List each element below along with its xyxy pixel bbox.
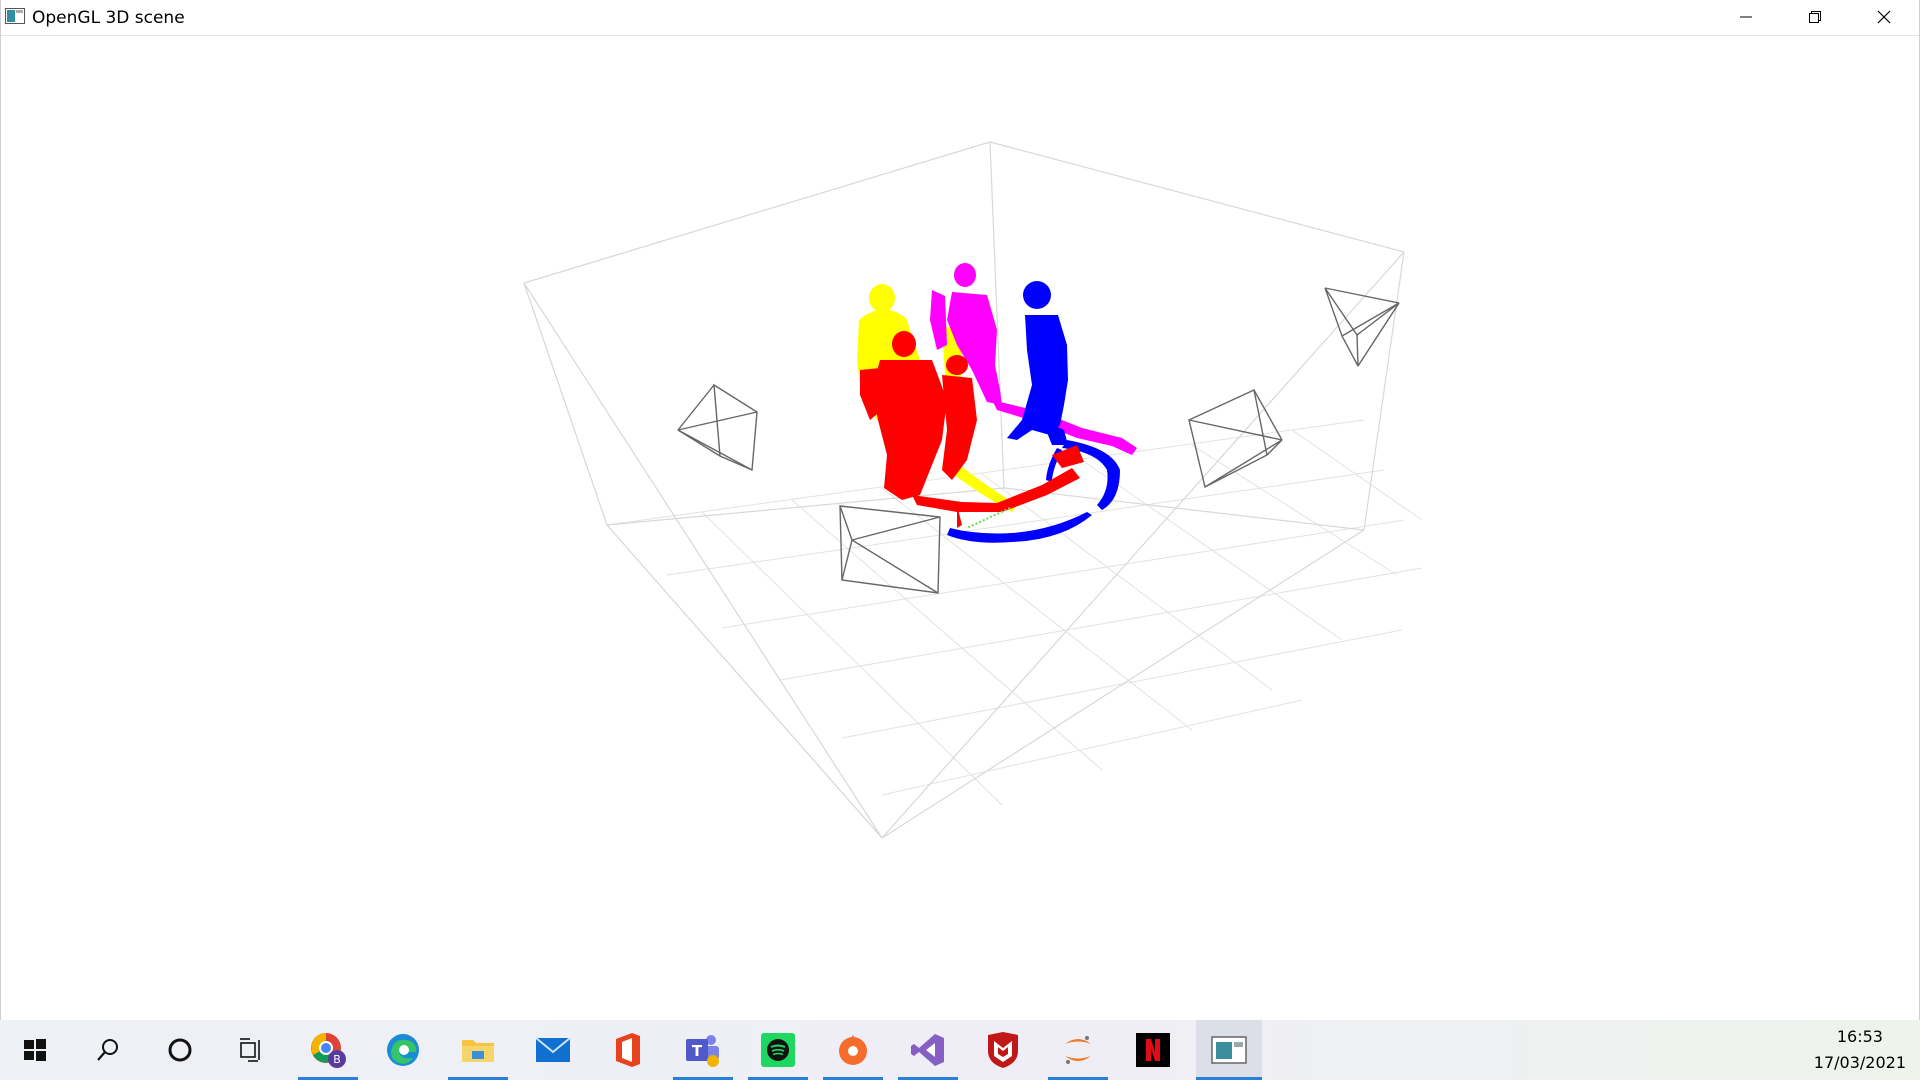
mail-icon (535, 1037, 571, 1062)
taskbar-jupyter[interactable] (1048, 1020, 1108, 1080)
windows-icon (24, 1039, 46, 1061)
mcafee-icon (988, 1032, 1018, 1068)
taskbar-origin[interactable] (823, 1020, 883, 1080)
task-view-icon (240, 1038, 260, 1062)
teams-icon: T (686, 1035, 719, 1067)
origin-icon (839, 1035, 867, 1065)
window-title: OpenGL 3D scene (32, 8, 185, 28)
folder-icon (462, 1040, 494, 1062)
visual-studio-icon (911, 1034, 944, 1066)
taskbar-mail[interactable] (523, 1020, 583, 1080)
chrome-icon: B (311, 1033, 346, 1068)
close-button[interactable] (1849, 0, 1918, 34)
svg-text:T: T (692, 1042, 703, 1060)
3d-scene (523, 141, 1423, 839)
taskbar-office[interactable] (598, 1020, 658, 1080)
app-window-icon (5, 8, 25, 24)
clock-date: 17/03/2021 (1813, 1053, 1906, 1072)
task-view-button[interactable] (222, 1020, 282, 1080)
taskbar: B T 16:53 17/03/2021 (0, 1020, 1920, 1080)
taskbar-teams[interactable]: T (673, 1020, 733, 1080)
taskbar-opengl-window[interactable] (1196, 1020, 1262, 1080)
camera-2 (839, 505, 941, 594)
minimize-button[interactable] (1711, 0, 1780, 34)
system-clock[interactable]: 16:53 17/03/2021 (1814, 1024, 1906, 1076)
restore-icon (1808, 11, 1821, 23)
search-icon (97, 1039, 118, 1061)
edge-icon (387, 1034, 419, 1066)
minimize-icon (1739, 16, 1752, 18)
taskbar-edge[interactable] (373, 1020, 433, 1080)
search-button[interactable] (78, 1020, 138, 1080)
taskbar-visual-studio[interactable] (898, 1020, 958, 1080)
opengl-window-icon (1211, 1036, 1247, 1064)
close-icon (1877, 10, 1890, 24)
cortana-button[interactable] (150, 1020, 210, 1080)
svg-text:B: B (333, 1053, 341, 1066)
spotify-icon (761, 1033, 795, 1067)
clock-time: 16:53 (1836, 1027, 1883, 1046)
opengl-window: OpenGL 3D scene (0, 0, 1920, 1020)
netflix-icon (1136, 1033, 1170, 1067)
cortana-icon (168, 1038, 192, 1062)
taskbar-file-explorer[interactable] (448, 1020, 508, 1080)
3d-viewport[interactable] (2, 36, 1919, 1020)
taskbar-chrome[interactable]: B (298, 1020, 358, 1080)
taskbar-netflix[interactable] (1123, 1020, 1183, 1080)
taskbar-mcafee[interactable] (973, 1020, 1033, 1080)
jupyter-icon (1065, 1036, 1091, 1064)
camera-1 (677, 383, 758, 472)
title-bar[interactable]: OpenGL 3D scene (1, 0, 1919, 36)
restore-button[interactable] (1780, 0, 1849, 34)
floor-grid (606, 419, 1423, 839)
start-button[interactable] (5, 1020, 65, 1080)
office-icon (616, 1033, 640, 1067)
room-bounding-box (523, 141, 1405, 839)
taskbar-spotify[interactable] (748, 1020, 808, 1080)
